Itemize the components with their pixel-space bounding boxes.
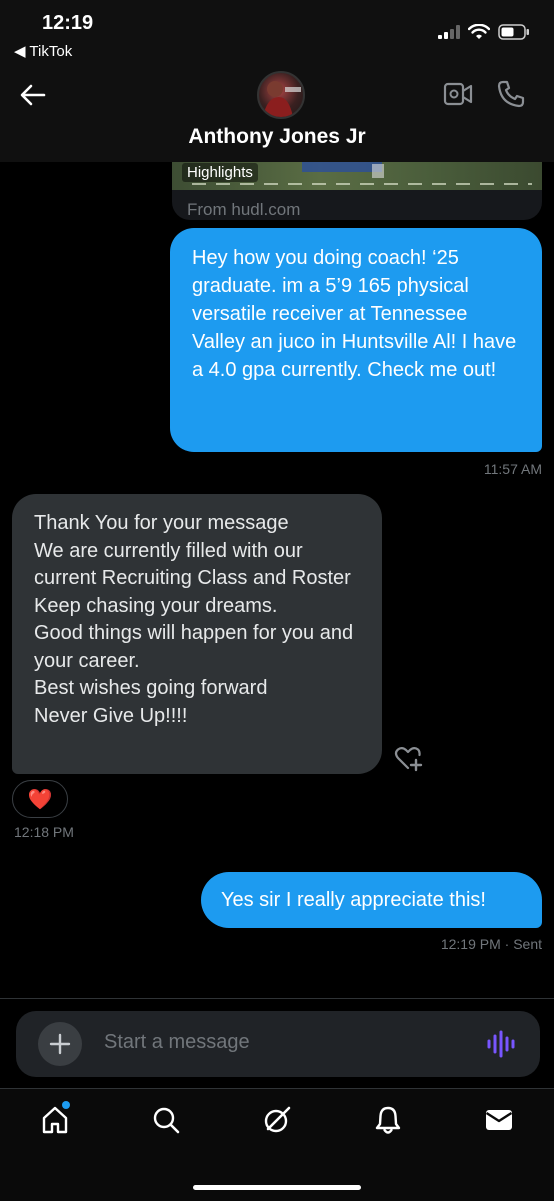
status-time: 12:19 xyxy=(42,12,94,34)
messages-icon[interactable] xyxy=(484,1105,514,1135)
link-preview-source: From hudl.com xyxy=(187,200,301,219)
message-line: Thank You for your message xyxy=(34,512,289,534)
back-to-app-link[interactable]: ◀ TikTok xyxy=(14,42,72,60)
message-line: We are currently filled with our current… xyxy=(34,539,351,590)
message-input[interactable] xyxy=(104,1031,444,1054)
wifi-icon xyxy=(468,24,490,39)
message-line: Good things will happen for you and your… xyxy=(34,622,354,672)
video-call-icon[interactable] xyxy=(443,80,473,108)
divider xyxy=(0,998,554,999)
signal-icon xyxy=(438,25,460,39)
home-indicator xyxy=(193,1185,361,1190)
search-icon[interactable] xyxy=(151,1105,181,1135)
heart-reaction[interactable]: ❤️ xyxy=(12,780,68,818)
grok-icon[interactable] xyxy=(262,1105,292,1135)
message-line: Best wishes going forward xyxy=(34,677,268,699)
status-icons xyxy=(438,22,530,42)
back-arrow-icon[interactable] xyxy=(18,80,48,110)
message-bubble-outgoing[interactable]: Hey how you doing coach! ‘25 graduate. i… xyxy=(170,228,542,452)
message-bubble-incoming[interactable]: Thank You for your message We are curren… xyxy=(12,494,382,774)
message-line: Never Give Up!!!! xyxy=(34,704,188,727)
link-preview-thumbnail[interactable]: Highlights xyxy=(172,162,542,190)
link-preview-tag: Highlights xyxy=(182,163,258,182)
message-timestamp: 12:18 PM xyxy=(14,824,74,840)
voice-message-icon[interactable] xyxy=(486,1030,516,1058)
home-notification-dot xyxy=(62,1101,70,1109)
home-icon[interactable] xyxy=(40,1105,70,1135)
add-media-button[interactable] xyxy=(38,1022,82,1066)
message-composer xyxy=(16,1011,540,1077)
plus-icon xyxy=(49,1033,71,1055)
avatar[interactable] xyxy=(257,71,305,119)
message-timestamp: 12:19 PM · Sent xyxy=(440,936,542,952)
link-preview-card[interactable]: Highlights From hudl.com xyxy=(172,162,542,220)
battery-icon xyxy=(498,24,529,40)
message-line: Keep chasing your dreams. xyxy=(34,594,278,617)
add-reaction-icon[interactable] xyxy=(394,746,424,772)
notifications-icon[interactable] xyxy=(373,1105,403,1135)
message-bubble-outgoing[interactable]: Yes sir I really appreciate this! xyxy=(201,872,542,928)
phone-call-icon[interactable] xyxy=(497,80,525,108)
message-timestamp: 11:57 AM xyxy=(483,461,542,477)
contact-name[interactable]: Anthony Jones Jr xyxy=(0,125,554,149)
